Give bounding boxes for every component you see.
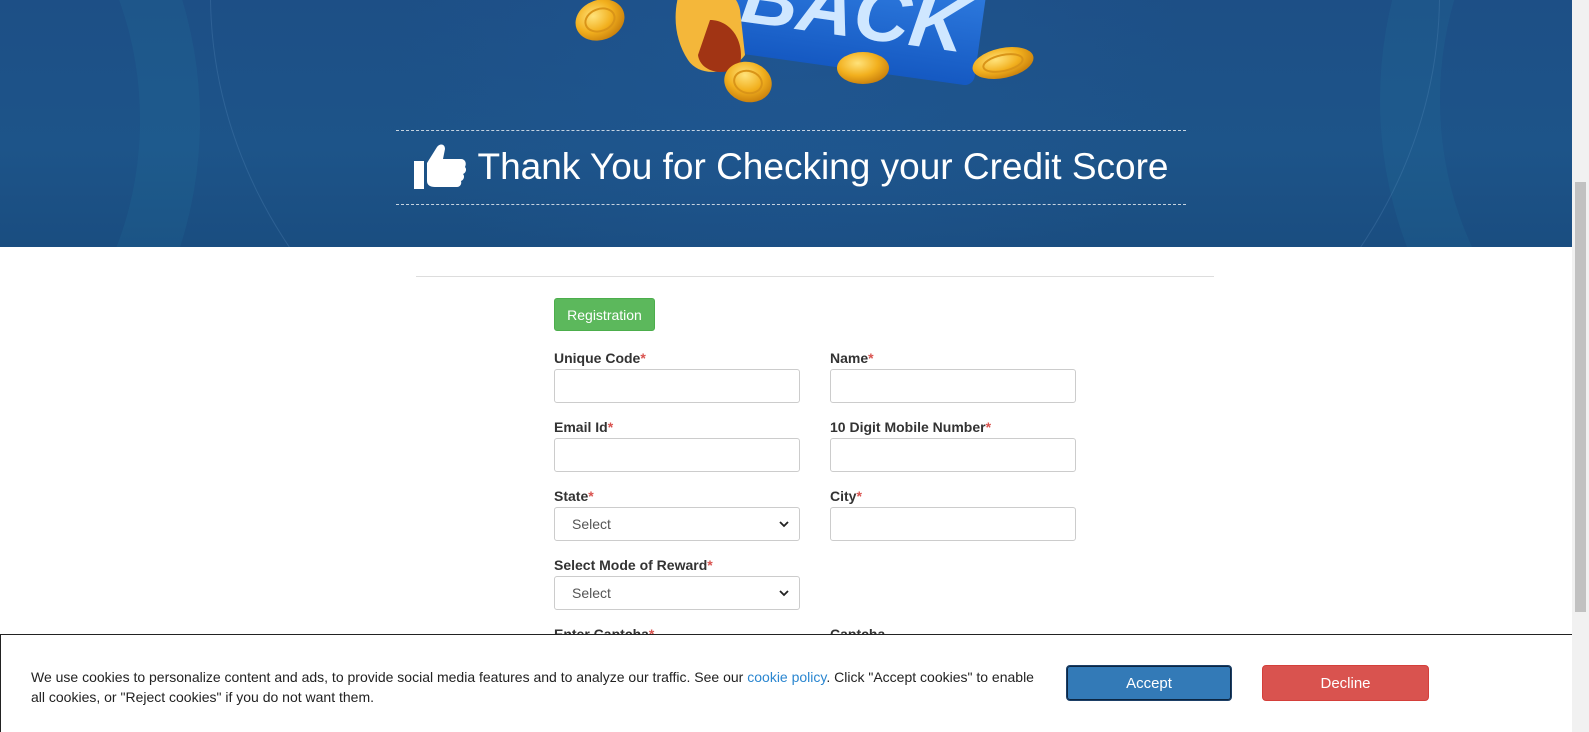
cashback-illustration: BACK [575,0,1034,103]
city-input[interactable] [830,507,1076,541]
scrollbar-thumb[interactable] [1575,182,1586,612]
reward-mode-select[interactable]: Select [554,576,800,610]
decorative-arc [0,0,200,247]
email-input[interactable] [554,438,800,472]
city-label: City* [830,488,862,504]
city-field: City* [830,487,1076,541]
accept-cookies-button[interactable]: Accept [1066,665,1232,701]
chevron-down-icon [779,590,789,597]
email-label: Email Id* [554,419,614,435]
title-rule-top [396,130,1186,131]
unique-code-label: Unique Code* [554,350,646,366]
reward-mode-field: Select Mode of Reward* Select [554,556,800,610]
reward-mode-label: Select Mode of Reward* [554,557,713,573]
name-input[interactable] [830,369,1076,403]
chevron-down-icon [779,521,789,528]
page-title-text: Thank You for Checking your Credit Score [477,146,1169,187]
state-select[interactable]: Select [554,507,800,541]
state-label: State* [554,488,594,504]
cookie-message-text: We use cookies to personalize content an… [31,669,748,685]
hero-banner: BACK Thank You for Checking your Credit … [0,0,1572,247]
cookie-consent-bar: We use cookies to personalize content an… [0,634,1584,732]
registration-button[interactable]: Registration [554,298,655,331]
mobile-input[interactable] [830,438,1076,472]
state-selected-value: Select [572,516,611,532]
unique-code-input[interactable] [554,369,800,403]
reward-mode-selected-value: Select [572,585,611,601]
name-label: Name* [830,350,874,366]
mobile-label: 10 Digit Mobile Number* [830,419,992,435]
name-field: Name* [830,349,1076,403]
title-rule-bottom [396,204,1186,205]
state-field: State* Select [554,487,800,541]
cookie-policy-link[interactable]: cookie policy [747,669,826,685]
unique-code-field: Unique Code* [554,349,800,403]
thumbs-up-icon [414,144,467,189]
mobile-field: 10 Digit Mobile Number* [830,418,1076,472]
decline-cookies-button[interactable]: Decline [1262,665,1429,701]
section-divider [416,276,1214,277]
cookie-message: We use cookies to personalize content an… [31,667,1041,707]
page-title: Thank You for Checking your Credit Score [396,142,1186,192]
email-field: Email Id* [554,418,800,472]
